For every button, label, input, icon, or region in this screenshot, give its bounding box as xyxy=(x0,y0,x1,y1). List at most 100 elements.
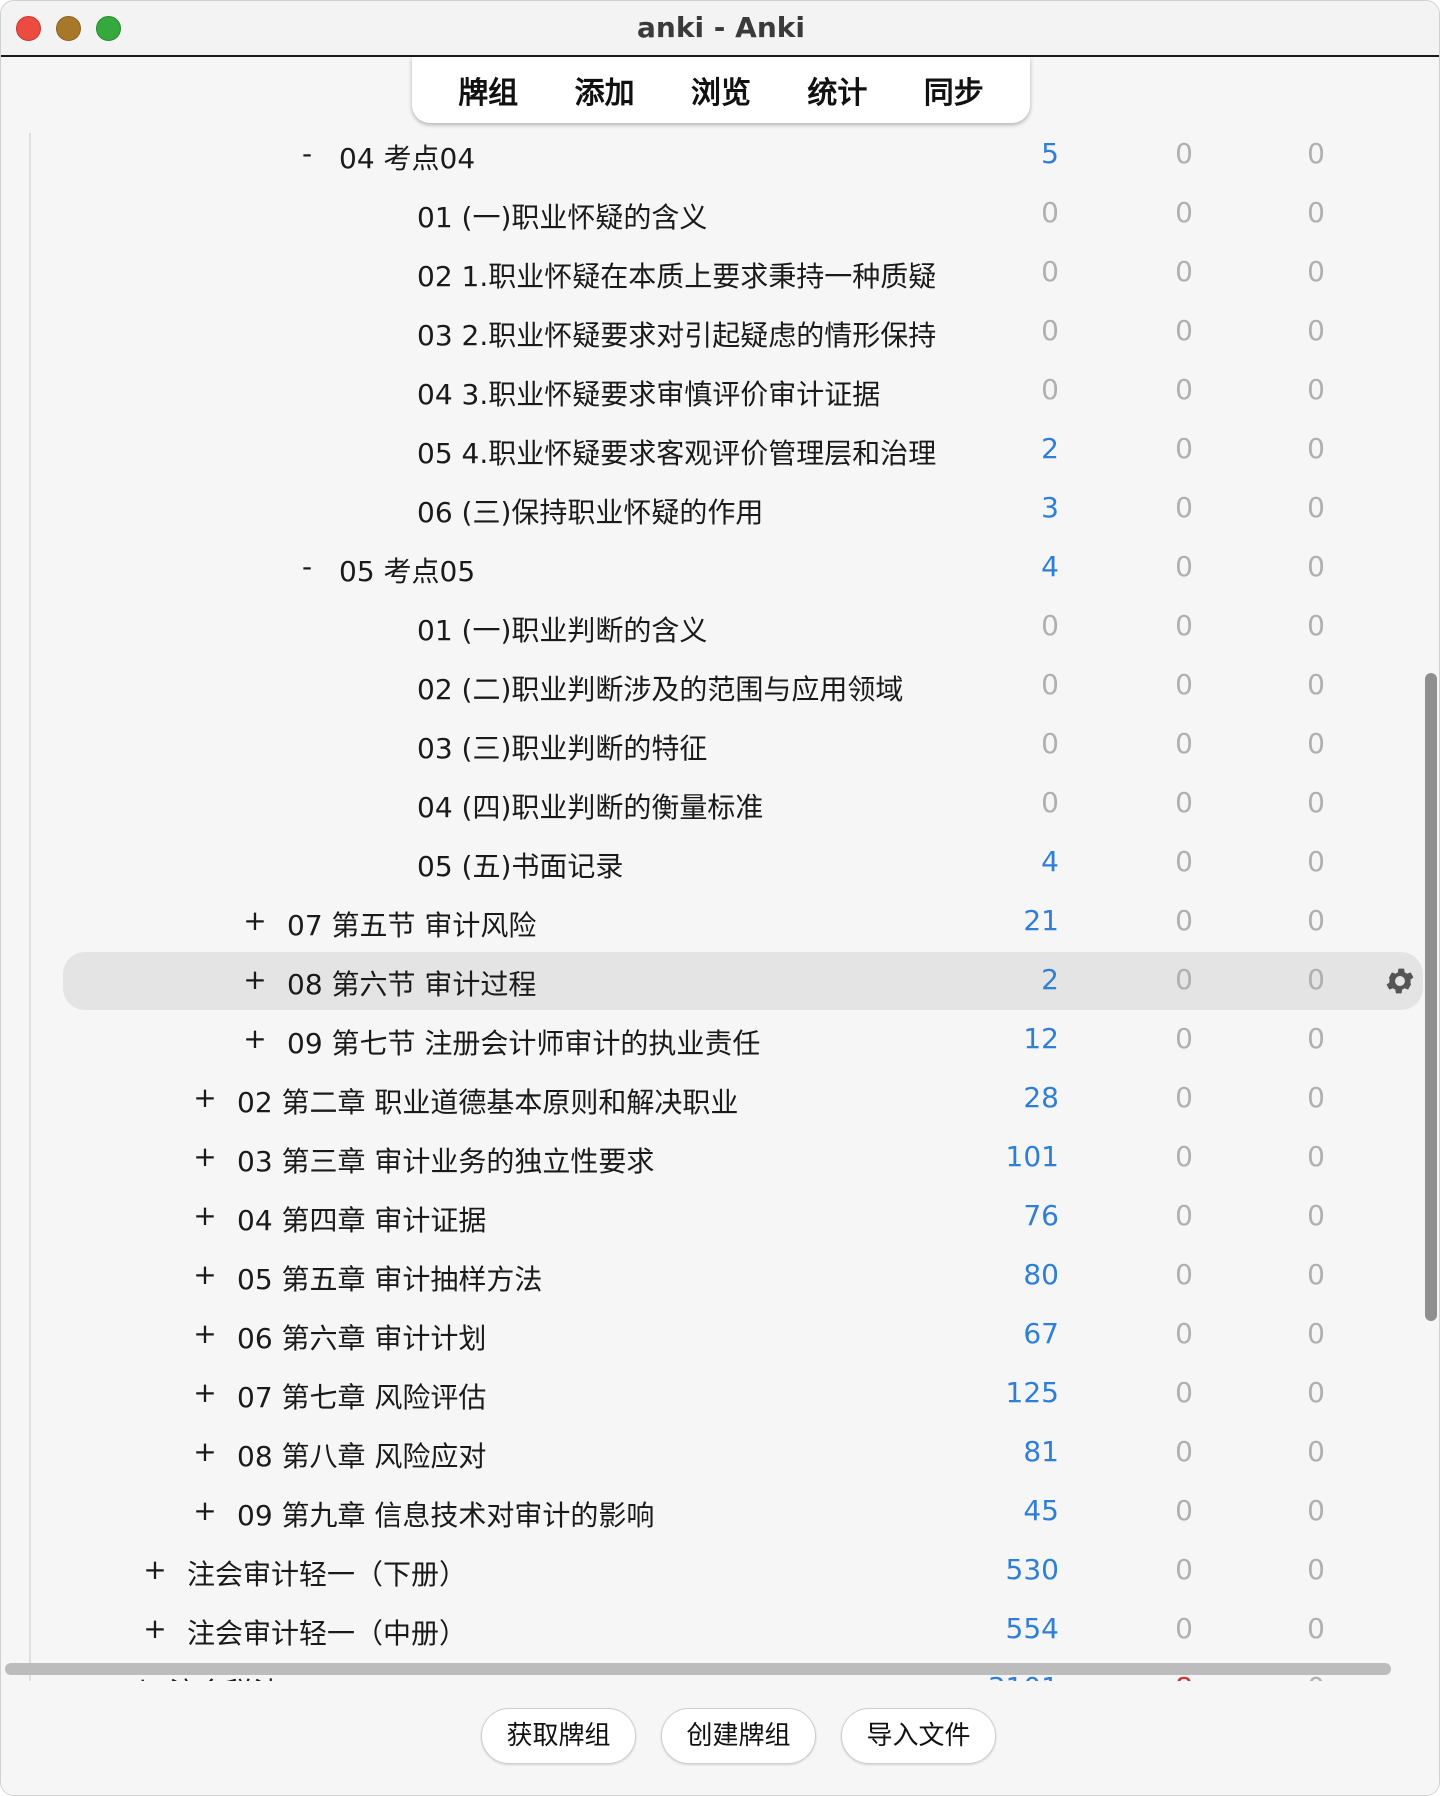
deck-name[interactable]: 04 (四)职业判断的衡量标准 xyxy=(417,786,763,826)
due-count: 0 xyxy=(1307,727,1325,760)
deck-name[interactable]: 03 第三章 审计业务的独立性要求 xyxy=(237,1140,654,1180)
deck-name[interactable]: 02 (二)职业判断涉及的范围与应用领域 xyxy=(417,668,903,708)
learn-count: 0 xyxy=(1175,1553,1193,1586)
deck-name[interactable]: 09 第七节 注册会计师审计的执业责任 xyxy=(287,1022,760,1062)
learn-count: 0 xyxy=(1175,1317,1193,1350)
new-count: 21 xyxy=(1023,904,1059,937)
deck-row[interactable]: 03 (三)职业判断的特征 0 0 0 xyxy=(1,715,1439,774)
deck-name[interactable]: 注会审计轻一（下册） xyxy=(187,1553,467,1593)
deck-row[interactable]: + 注会审计轻一（中册） 554 0 0 xyxy=(1,1600,1439,1659)
learn-count: 0 xyxy=(1175,491,1193,524)
selected-row-highlight xyxy=(63,952,1423,1010)
deck-row[interactable]: -05 考点05 4 0 0 xyxy=(1,538,1439,597)
deck-row[interactable]: 02 (二)职业判断涉及的范围与应用领域 0 0 0 xyxy=(1,656,1439,715)
deck-row[interactable]: +08 第八章 风险应对 81 0 0 xyxy=(1,1423,1439,1482)
due-count: 0 xyxy=(1307,1199,1325,1232)
expand-toggle[interactable]: + xyxy=(143,1553,167,1586)
deck-row[interactable]: +07 第七章 风险评估 125 0 0 xyxy=(1,1364,1439,1423)
deck-row[interactable]: + 注会审计轻一（下册） 530 0 0 xyxy=(1,1541,1439,1600)
tab-sync[interactable]: 同步 xyxy=(914,68,994,112)
deck-name[interactable]: 08 第六节 审计过程 xyxy=(287,963,536,1003)
deck-row[interactable]: -04 考点04 5 0 0 xyxy=(1,125,1439,184)
vertical-scrollbar[interactable] xyxy=(1425,673,1437,1321)
deck-name[interactable]: 05 (五)书面记录 xyxy=(417,845,623,885)
window-title: anki - Anki xyxy=(637,11,805,44)
expand-toggle[interactable]: + xyxy=(193,1081,217,1114)
expand-toggle[interactable]: - xyxy=(295,550,319,583)
deck-row[interactable]: +05 第五章 审计抽样方法 80 0 0 xyxy=(1,1246,1439,1305)
deck-row[interactable]: +06 第六章 审计计划 67 0 0 xyxy=(1,1305,1439,1364)
deck-row[interactable]: 06 (三)保持职业怀疑的作用 3 0 0 xyxy=(1,479,1439,538)
deck-row[interactable]: +07 第五节 审计风险 21 0 0 xyxy=(1,892,1439,951)
due-count: 0 xyxy=(1307,1258,1325,1291)
expand-toggle[interactable]: + xyxy=(193,1435,217,1468)
get-shared-decks-button[interactable]: 获取牌组 xyxy=(481,1708,636,1764)
deck-name[interactable]: 09 第九章 信息技术对审计的影响 xyxy=(237,1494,654,1534)
expand-toggle[interactable]: + xyxy=(193,1494,217,1527)
due-count: 0 xyxy=(1307,668,1325,701)
new-count: 101 xyxy=(1005,1140,1059,1173)
learn-count: 0 xyxy=(1175,1376,1193,1409)
learn-count: 0 xyxy=(1175,1022,1193,1055)
tab-decks[interactable]: 牌组 xyxy=(448,68,528,112)
import-file-button[interactable]: 导入文件 xyxy=(841,1708,996,1764)
expand-toggle[interactable]: + xyxy=(193,1258,217,1291)
new-count: 0 xyxy=(1041,727,1059,760)
expand-toggle[interactable]: + xyxy=(193,1317,217,1350)
deck-row[interactable]: 02 1.职业怀疑在本质上要求秉持一种质疑 0 0 0 xyxy=(1,243,1439,302)
deck-row[interactable]: 05 (五)书面记录 4 0 0 xyxy=(1,833,1439,892)
deck-name[interactable]: 07 第七章 风险评估 xyxy=(237,1376,486,1416)
deck-row[interactable]: 05 4.职业怀疑要求客观评价管理层和治理 2 0 0 xyxy=(1,420,1439,479)
deck-name[interactable]: 01 (一)职业判断的含义 xyxy=(417,609,707,649)
expand-toggle[interactable]: + xyxy=(193,1376,217,1409)
deck-name[interactable]: 06 (三)保持职业怀疑的作用 xyxy=(417,491,763,531)
due-count: 0 xyxy=(1307,1376,1325,1409)
expand-toggle[interactable]: + xyxy=(193,1140,217,1173)
deck-row[interactable]: 04 (四)职业判断的衡量标准 0 0 0 xyxy=(1,774,1439,833)
deck-name[interactable]: 注会审计轻一（中册） xyxy=(187,1612,467,1652)
deck-name[interactable]: 04 第四章 审计证据 xyxy=(237,1199,486,1239)
deck-name[interactable]: 03 2.职业怀疑要求对引起疑虑的情形保持 xyxy=(417,314,936,354)
deck-name[interactable]: 04 考点04 xyxy=(339,137,475,177)
deck-row[interactable]: 01 (一)职业判断的含义 0 0 0 xyxy=(1,597,1439,656)
due-count: 0 xyxy=(1307,432,1325,465)
deck-row[interactable]: +04 第四章 审计证据 76 0 0 xyxy=(1,1187,1439,1246)
expand-toggle[interactable]: + xyxy=(243,963,267,996)
learn-count: 0 xyxy=(1175,668,1193,701)
create-deck-button[interactable]: 创建牌组 xyxy=(661,1708,816,1764)
tab-add[interactable]: 添加 xyxy=(565,68,645,112)
expand-toggle[interactable]: - xyxy=(295,137,319,170)
deck-row[interactable]: +08 第六节 审计过程 2 0 0 xyxy=(1,951,1439,1010)
deck-name[interactable]: 02 第二章 职业道德基本原则和解决职业 xyxy=(237,1081,738,1121)
deck-name[interactable]: 03 (三)职业判断的特征 xyxy=(417,727,707,767)
expand-toggle[interactable]: + xyxy=(243,1022,267,1055)
tab-stats[interactable]: 统计 xyxy=(797,68,877,112)
deck-name[interactable]: 01 (一)职业怀疑的含义 xyxy=(417,196,707,236)
deck-name[interactable]: 07 第五节 审计风险 xyxy=(287,904,536,944)
learn-count: 0 xyxy=(1175,137,1193,170)
gear-icon[interactable] xyxy=(1383,964,1417,998)
deck-row[interactable]: 01 (一)职业怀疑的含义 0 0 0 xyxy=(1,184,1439,243)
expand-toggle[interactable]: + xyxy=(143,1612,167,1645)
deck-name[interactable]: 05 4.职业怀疑要求客观评价管理层和治理 xyxy=(417,432,936,472)
learn-count: 0 xyxy=(1175,1494,1193,1527)
deck-name[interactable]: 04 3.职业怀疑要求审慎评价审计证据 xyxy=(417,373,880,413)
deck-row[interactable]: +09 第九章 信息技术对审计的影响 45 0 0 xyxy=(1,1482,1439,1541)
deck-name[interactable]: 05 考点05 xyxy=(339,550,475,590)
deck-row[interactable]: 04 3.职业怀疑要求审慎评价审计证据 0 0 0 xyxy=(1,361,1439,420)
deck-row[interactable]: +09 第七节 注册会计师审计的执业责任 12 0 0 xyxy=(1,1010,1439,1069)
due-count: 0 xyxy=(1307,314,1325,347)
deck-name[interactable]: 02 1.职业怀疑在本质上要求秉持一种质疑 xyxy=(417,255,936,295)
deck-row[interactable]: +02 第二章 职业道德基本原则和解决职业 28 0 0 xyxy=(1,1069,1439,1128)
deck-row[interactable]: 03 2.职业怀疑要求对引起疑虑的情形保持 0 0 0 xyxy=(1,302,1439,361)
expand-toggle[interactable]: + xyxy=(193,1199,217,1232)
tab-browse[interactable]: 浏览 xyxy=(681,68,761,112)
bottom-bar: 获取牌组 创建牌组 导入文件 xyxy=(1,1681,1439,1795)
learn-count: 0 xyxy=(1175,1258,1193,1291)
deck-name[interactable]: 06 第六章 审计计划 xyxy=(237,1317,486,1357)
expand-toggle[interactable]: + xyxy=(243,904,267,937)
deck-name[interactable]: 08 第八章 风险应对 xyxy=(237,1435,486,1475)
deck-name[interactable]: 05 第五章 审计抽样方法 xyxy=(237,1258,542,1298)
horizontal-scrollbar[interactable] xyxy=(5,1663,1391,1675)
deck-row[interactable]: +03 第三章 审计业务的独立性要求 101 0 0 xyxy=(1,1128,1439,1187)
